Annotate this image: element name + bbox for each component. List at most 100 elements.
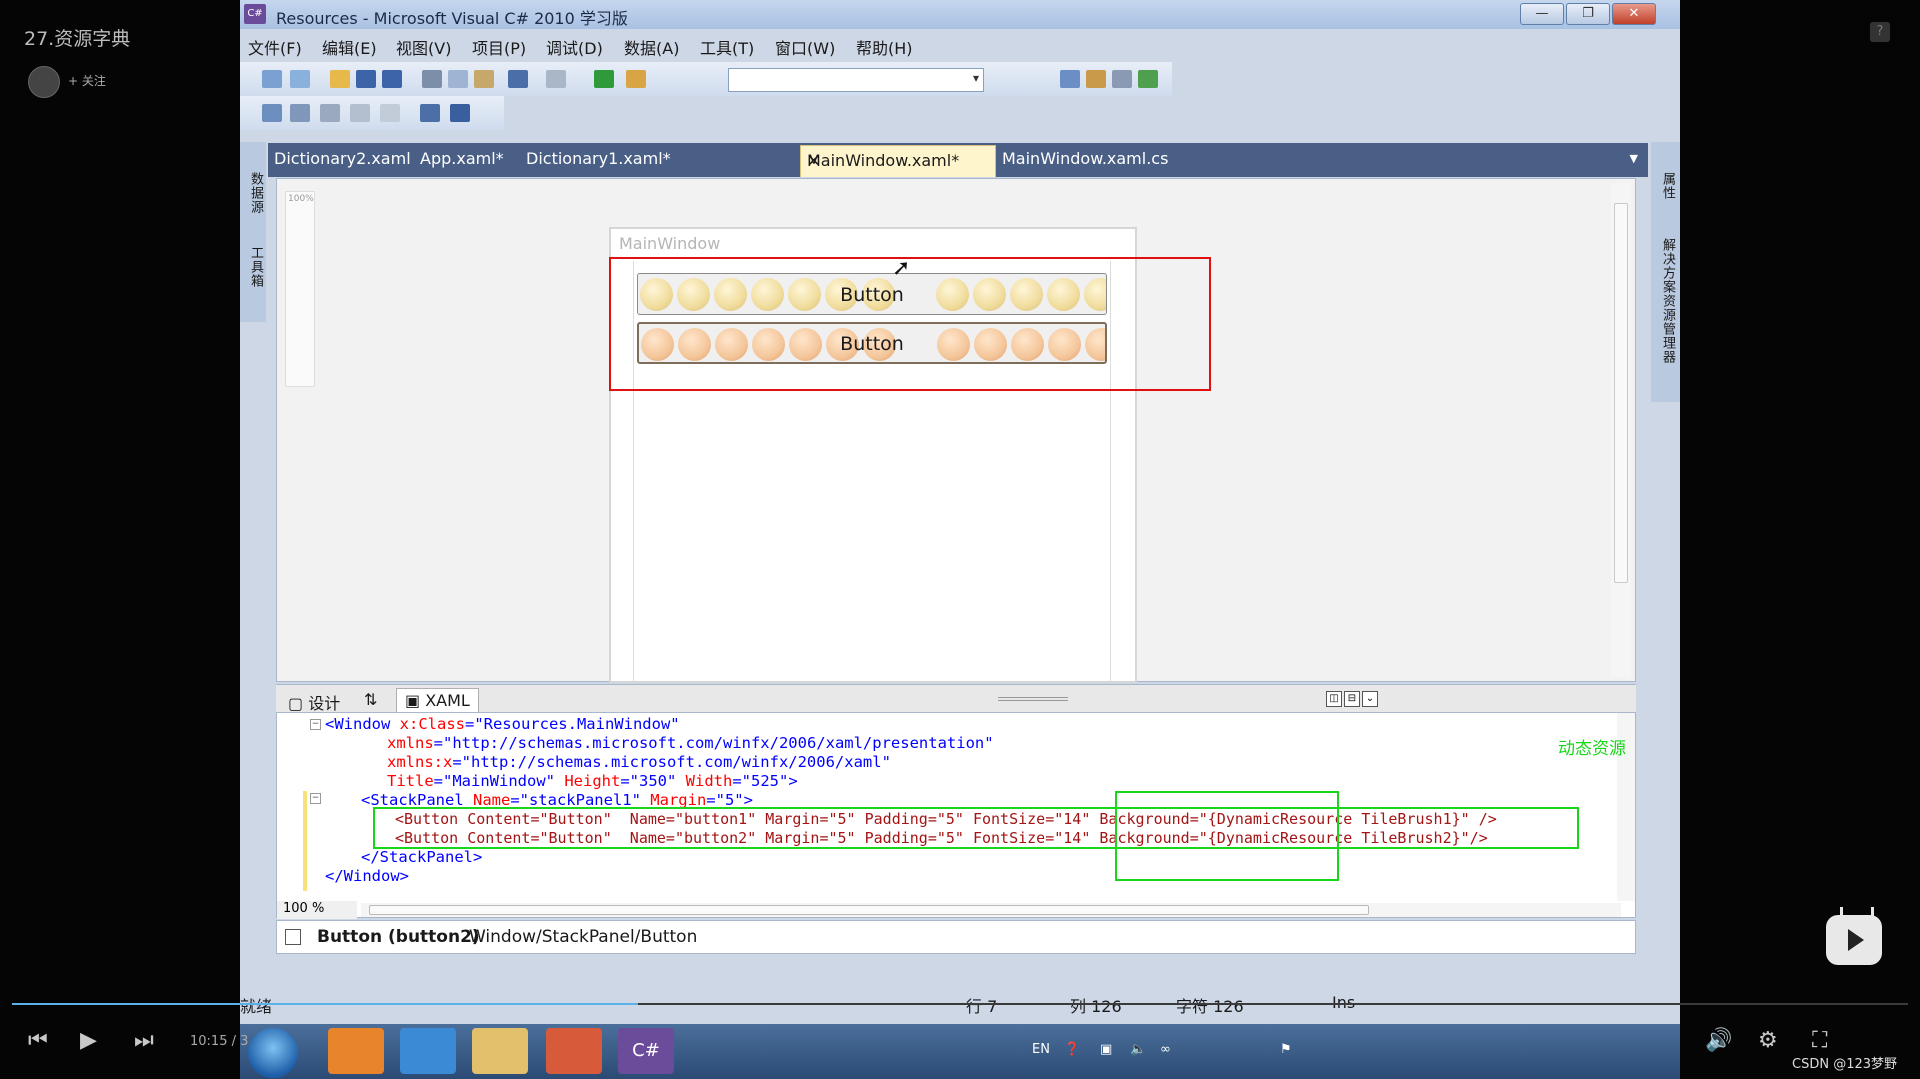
tab-mainwindow-xaml-label: MainWindow.xaml* xyxy=(807,151,960,170)
green-highlight-buttons xyxy=(373,807,1579,849)
size-icon[interactable] xyxy=(290,104,310,122)
menu-window[interactable]: 窗口(W) xyxy=(775,35,835,59)
element-path[interactable]: Window/StackPanel/Button xyxy=(469,927,697,947)
design-view-tab[interactable]: ▢ 设计 xyxy=(280,688,348,713)
menu-tools[interactable]: 工具(T) xyxy=(700,35,754,59)
visual-studio-task[interactable]: C# xyxy=(618,1028,674,1074)
video-progress-fill xyxy=(12,1003,638,1005)
document-outline-icon[interactable] xyxy=(285,929,301,945)
selected-element[interactable]: Button (button2) xyxy=(317,927,480,947)
find-icon[interactable] xyxy=(1060,70,1080,88)
powerpoint-task[interactable] xyxy=(546,1028,602,1074)
uploader-avatar[interactable] xyxy=(28,66,60,98)
design-surface[interactable]: 100% MainWindow Button Button xyxy=(276,178,1636,683)
close-button[interactable]: ✕ xyxy=(1612,3,1656,25)
settings-icon[interactable]: ⚙ xyxy=(1758,1028,1778,1053)
editor-zoom-dropdown[interactable]: 100 % xyxy=(277,901,357,919)
media-player-task[interactable] xyxy=(328,1028,384,1074)
paste-icon[interactable] xyxy=(474,70,494,88)
data-sources-tab[interactable]: 数据源 xyxy=(246,172,265,214)
change-marker xyxy=(303,791,307,891)
menu-view[interactable]: 视图(V) xyxy=(396,35,451,59)
collapse-pane-icon[interactable]: ⌄ xyxy=(1362,691,1378,707)
tab-mainwindow-cs[interactable]: MainWindow.xaml.cs xyxy=(1002,149,1168,168)
properties-tab[interactable]: 属性 xyxy=(1658,172,1677,200)
undo-icon[interactable] xyxy=(508,70,528,88)
standard-toolbar xyxy=(240,62,1172,96)
fold-window-icon[interactable]: − xyxy=(310,719,321,730)
format-icon[interactable] xyxy=(350,104,370,122)
menu-help[interactable]: 帮助(H) xyxy=(856,35,913,59)
find-in-files-icon[interactable] xyxy=(626,70,646,88)
swap-panes-button[interactable]: ⇅ xyxy=(356,688,385,712)
tab-mainwindow-xaml[interactable]: MainWindow.xaml* ✕ xyxy=(800,145,996,177)
help-tray-icon[interactable]: ❓ xyxy=(1064,1042,1080,1057)
tab-list-dropdown-icon[interactable]: ▼ xyxy=(1630,152,1638,165)
tab-dictionary2[interactable]: Dictionary2.xaml xyxy=(274,149,411,168)
menu-file[interactable]: 文件(F) xyxy=(248,35,302,59)
xaml-editor[interactable]: − − <Window x:Class="Resources.MainWindo… xyxy=(276,712,1636,919)
splitter-grip[interactable] xyxy=(998,697,1068,701)
next-icon[interactable]: ⏭ xyxy=(134,1028,154,1053)
flag-tray-icon[interactable]: ⚑ xyxy=(1280,1042,1292,1057)
toolbox-icon[interactable] xyxy=(1138,70,1158,88)
ie-task[interactable] xyxy=(400,1028,456,1074)
menu-debug[interactable]: 调试(D) xyxy=(546,35,603,59)
redo-icon[interactable] xyxy=(546,70,566,88)
start-button[interactable] xyxy=(248,1028,298,1078)
video-progress-bar[interactable] xyxy=(12,1003,1908,1005)
select-icon[interactable] xyxy=(320,104,340,122)
menu-project[interactable]: 项目(P) xyxy=(472,35,526,59)
designer-scrollbar[interactable] xyxy=(1611,183,1631,677)
solution-explorer-tab[interactable]: 解决方案资源管理器 xyxy=(1658,238,1677,364)
solution-explorer-icon[interactable] xyxy=(1086,70,1106,88)
properties-icon[interactable] xyxy=(1112,70,1132,88)
copy-icon[interactable] xyxy=(448,70,468,88)
restore-button[interactable]: ❐ xyxy=(1566,3,1610,25)
comment-icon[interactable] xyxy=(420,104,440,122)
save-icon[interactable] xyxy=(356,70,376,88)
zoom-slider[interactable]: 100% xyxy=(285,191,315,387)
follow-button[interactable]: + 关注 xyxy=(68,72,106,89)
volume-icon[interactable]: 🔊 xyxy=(1705,1028,1732,1053)
add-item-icon[interactable] xyxy=(290,70,310,88)
vs-window: C# Resources - Microsoft Visual C# 2010 … xyxy=(240,0,1680,1079)
start-debug-icon[interactable] xyxy=(594,70,614,88)
horizontal-split-icon[interactable]: ⊟ xyxy=(1344,691,1360,707)
tab-app-xaml[interactable]: App.xaml* xyxy=(420,149,504,168)
designer-scroll-thumb[interactable] xyxy=(1614,203,1628,583)
toolbox-tab[interactable]: 工具箱 xyxy=(246,246,265,288)
help-icon[interactable]: ? xyxy=(1870,22,1890,42)
new-project-icon[interactable] xyxy=(262,70,282,88)
code-token: Title xyxy=(387,772,434,790)
vs-app-icon: C# xyxy=(244,4,266,24)
code-hscrollbar[interactable] xyxy=(361,903,1621,917)
code-token: ="http://schemas.microsoft.com/winfx/200… xyxy=(433,734,994,752)
code-hscroll-thumb[interactable] xyxy=(369,905,1369,915)
network-tray-icon[interactable]: ▣ xyxy=(1100,1042,1112,1057)
language-indicator[interactable]: EN xyxy=(1032,1042,1050,1057)
previous-icon[interactable]: ⏮ xyxy=(28,1028,48,1053)
xaml-view-tab[interactable]: ▣ XAML xyxy=(396,688,479,712)
tab-close-icon[interactable]: ✕ xyxy=(807,151,820,170)
play-icon[interactable]: ▶ xyxy=(80,1028,97,1053)
uncomment-icon[interactable] xyxy=(450,104,470,122)
solution-config-dropdown[interactable] xyxy=(728,68,984,92)
align-icon[interactable] xyxy=(262,104,282,122)
cut-icon[interactable] xyxy=(422,70,442,88)
menu-edit[interactable]: 编辑(E) xyxy=(322,35,377,59)
save-all-icon[interactable] xyxy=(382,70,402,88)
volume-tray-icon[interactable]: 🔈 xyxy=(1130,1042,1146,1057)
vertical-split-icon[interactable]: ◫ xyxy=(1326,691,1342,707)
fold-stackpanel-icon[interactable]: − xyxy=(310,793,321,804)
tab-dictionary1[interactable]: Dictionary1.xaml* xyxy=(526,149,671,168)
windows-taskbar: C# EN ❓ ▣ 🔈 ∞ ⚑ xyxy=(240,1024,1680,1079)
minimize-button[interactable]: — xyxy=(1520,3,1564,25)
zoom-label: 100% xyxy=(288,194,314,204)
explorer-task[interactable] xyxy=(472,1028,528,1074)
fullscreen-icon[interactable]: ⛶ xyxy=(1812,1028,1827,1053)
sync-tray-icon[interactable]: ∞ xyxy=(1160,1042,1171,1057)
menu-data[interactable]: 数据(A) xyxy=(624,35,679,59)
indent-icon[interactable] xyxy=(380,104,400,122)
open-icon[interactable] xyxy=(330,70,350,88)
